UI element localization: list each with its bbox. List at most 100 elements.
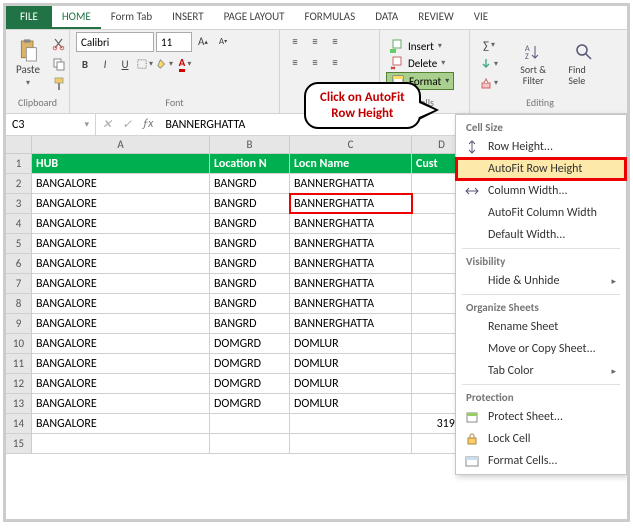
row-header[interactable]: 2: [6, 174, 32, 193]
cell-C11[interactable]: DOMLUR: [290, 354, 412, 373]
cell-B2[interactable]: BANGRD: [210, 174, 290, 193]
format-painter-button[interactable]: [50, 75, 68, 93]
underline-button[interactable]: U: [116, 55, 134, 73]
menu-autofit-row-height[interactable]: AutoFit Row Height: [456, 158, 626, 180]
font-color-button[interactable]: A: [176, 55, 194, 73]
find-select-button[interactable]: Find Sele: [564, 40, 604, 88]
cell-B4[interactable]: BANGRD: [210, 214, 290, 233]
row-header[interactable]: 14: [6, 414, 32, 433]
insert-cells-button[interactable]: Insert ▾: [386, 38, 454, 54]
cell-A12[interactable]: BANGALORE: [32, 374, 210, 393]
row-header[interactable]: 11: [6, 354, 32, 373]
paste-button[interactable]: Paste ▾: [12, 39, 44, 90]
copy-button[interactable]: [50, 55, 68, 73]
font-size-select[interactable]: [156, 32, 192, 52]
cell-A10[interactable]: BANGALORE: [32, 334, 210, 353]
menu-hide-unhide[interactable]: Hide & Unhide ▸: [456, 270, 626, 292]
tab-view[interactable]: VIE: [464, 6, 498, 29]
fx-icon[interactable]: ƒx: [138, 117, 157, 132]
cell-A4[interactable]: BANGALORE: [32, 214, 210, 233]
decrease-font-button[interactable]: A▾: [214, 32, 232, 50]
align-left-button[interactable]: ≡: [286, 53, 304, 71]
menu-row-height[interactable]: Row Height...: [456, 136, 626, 158]
tab-data[interactable]: DATA: [365, 6, 408, 29]
cell-C13[interactable]: DOMLUR: [290, 394, 412, 413]
tab-review[interactable]: REVIEW: [408, 6, 464, 29]
menu-rename-sheet[interactable]: Rename Sheet: [456, 316, 626, 338]
cell-A3[interactable]: BANGALORE: [32, 194, 210, 213]
align-middle-button[interactable]: ≡: [306, 32, 324, 50]
row-header[interactable]: 5: [6, 234, 32, 253]
cell-B6[interactable]: BANGRD: [210, 254, 290, 273]
cell-C4[interactable]: BANNERGHATTA: [290, 214, 412, 233]
menu-format-cells[interactable]: Format Cells...: [456, 450, 626, 472]
row-header[interactable]: 1: [6, 154, 32, 173]
cell-B3[interactable]: BANGRD: [210, 194, 290, 213]
font-name-select[interactable]: [76, 32, 154, 52]
italic-button[interactable]: I: [96, 55, 114, 73]
name-box[interactable]: C3 ▾: [6, 114, 96, 135]
border-button[interactable]: [136, 55, 154, 73]
cell-A11[interactable]: BANGALORE: [32, 354, 210, 373]
row-header[interactable]: 6: [6, 254, 32, 273]
cell-B13[interactable]: DOMGRD: [210, 394, 290, 413]
menu-autofit-column-width[interactable]: AutoFit Column Width: [456, 202, 626, 224]
align-top-button[interactable]: ≡: [286, 32, 304, 50]
bold-button[interactable]: B: [76, 55, 94, 73]
menu-column-width[interactable]: Column Width...: [456, 180, 626, 202]
cell-A5[interactable]: BANGALORE: [32, 234, 210, 253]
row-header[interactable]: 13: [6, 394, 32, 413]
align-center-button[interactable]: ≡: [306, 53, 324, 71]
menu-lock-cell[interactable]: Lock Cell: [456, 428, 626, 450]
increase-font-button[interactable]: A▴: [194, 32, 212, 50]
menu-default-width[interactable]: Default Width...: [456, 224, 626, 246]
cell-B12[interactable]: DOMGRD: [210, 374, 290, 393]
cell-C10[interactable]: DOMLUR: [290, 334, 412, 353]
menu-protect-sheet[interactable]: Protect Sheet...: [456, 406, 626, 428]
cell-B1[interactable]: Location N: [210, 154, 290, 173]
row-header[interactable]: 12: [6, 374, 32, 393]
tab-home[interactable]: HOME: [52, 6, 101, 29]
cell-C12[interactable]: DOMLUR: [290, 374, 412, 393]
cell-C2[interactable]: BANNERGHATTA: [290, 174, 412, 193]
tab-formulas[interactable]: FORMULAS: [295, 6, 366, 29]
fill-color-button[interactable]: [156, 55, 174, 73]
col-header-A[interactable]: A: [32, 136, 210, 153]
align-bottom-button[interactable]: ≡: [326, 32, 344, 50]
sort-filter-button[interactable]: AZ Sort & Filter: [508, 40, 558, 88]
tab-file[interactable]: FILE: [6, 6, 52, 29]
row-header[interactable]: 4: [6, 214, 32, 233]
tab-pagelayout[interactable]: PAGE LAYOUT: [214, 6, 295, 29]
clear-button[interactable]: [476, 74, 502, 92]
cell-C5[interactable]: BANNERGHATTA: [290, 234, 412, 253]
row-header[interactable]: 3: [6, 194, 32, 213]
cell-C7[interactable]: BANNERGHATTA: [290, 274, 412, 293]
cell-B11[interactable]: DOMGRD: [210, 354, 290, 373]
cell-C1[interactable]: Locn Name: [290, 154, 412, 173]
menu-tab-color[interactable]: Tab Color ▸: [456, 360, 626, 382]
cell-A6[interactable]: BANGALORE: [32, 254, 210, 273]
autosum-button[interactable]: ∑: [476, 36, 502, 54]
cell-B7[interactable]: BANGRD: [210, 274, 290, 293]
cell-B10[interactable]: DOMGRD: [210, 334, 290, 353]
cell-A7[interactable]: BANGALORE: [32, 274, 210, 293]
cell-A8[interactable]: BANGALORE: [32, 294, 210, 313]
cancel-formula-icon[interactable]: ✕: [98, 117, 116, 132]
name-box-dropdown-icon[interactable]: ▾: [84, 119, 89, 130]
col-header-B[interactable]: B: [210, 136, 290, 153]
cell-C9[interactable]: BANNERGHATTA: [290, 314, 412, 333]
cut-button[interactable]: [50, 35, 68, 53]
cell-B14[interactable]: [210, 414, 290, 433]
tab-insert[interactable]: INSERT: [162, 6, 214, 29]
cell-A1[interactable]: HUB: [32, 154, 210, 173]
cell-C3[interactable]: BANNERGHATTA: [290, 194, 412, 213]
tab-formtab[interactable]: Form Tab: [101, 6, 162, 29]
select-all-button[interactable]: [6, 136, 32, 153]
row-header[interactable]: 10: [6, 334, 32, 353]
row-header[interactable]: 15: [6, 434, 32, 453]
cell-B8[interactable]: BANGRD: [210, 294, 290, 313]
cell-B9[interactable]: BANGRD: [210, 314, 290, 333]
cell-A14[interactable]: BANGALORE: [32, 414, 210, 433]
cell-C15[interactable]: [290, 434, 412, 453]
cell-C14[interactable]: [290, 414, 412, 433]
